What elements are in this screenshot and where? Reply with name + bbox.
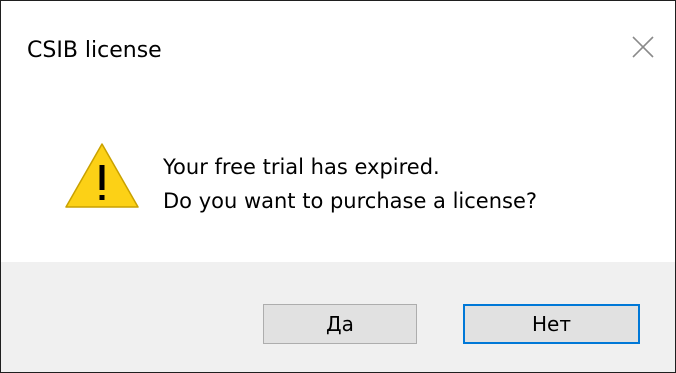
message-line-1: Your free trial has expired. — [163, 155, 440, 179]
dialog-message: Your free trial has expired. Do you want… — [163, 150, 537, 218]
dialog-content: Your free trial has expired. Do you want… — [1, 97, 675, 262]
dialog-footer: Да Нет — [1, 262, 675, 372]
license-dialog: CSIB license Your free trial has expired… — [0, 0, 676, 373]
no-button[interactable]: Нет — [463, 304, 640, 344]
warning-icon — [65, 143, 139, 208]
close-button[interactable] — [619, 23, 667, 71]
message-line-2: Do you want to purchase a license? — [163, 189, 538, 213]
close-icon — [632, 36, 654, 58]
yes-button[interactable]: Да — [263, 304, 417, 344]
dialog-title: CSIB license — [27, 38, 162, 63]
title-bar: CSIB license — [1, 1, 675, 97]
